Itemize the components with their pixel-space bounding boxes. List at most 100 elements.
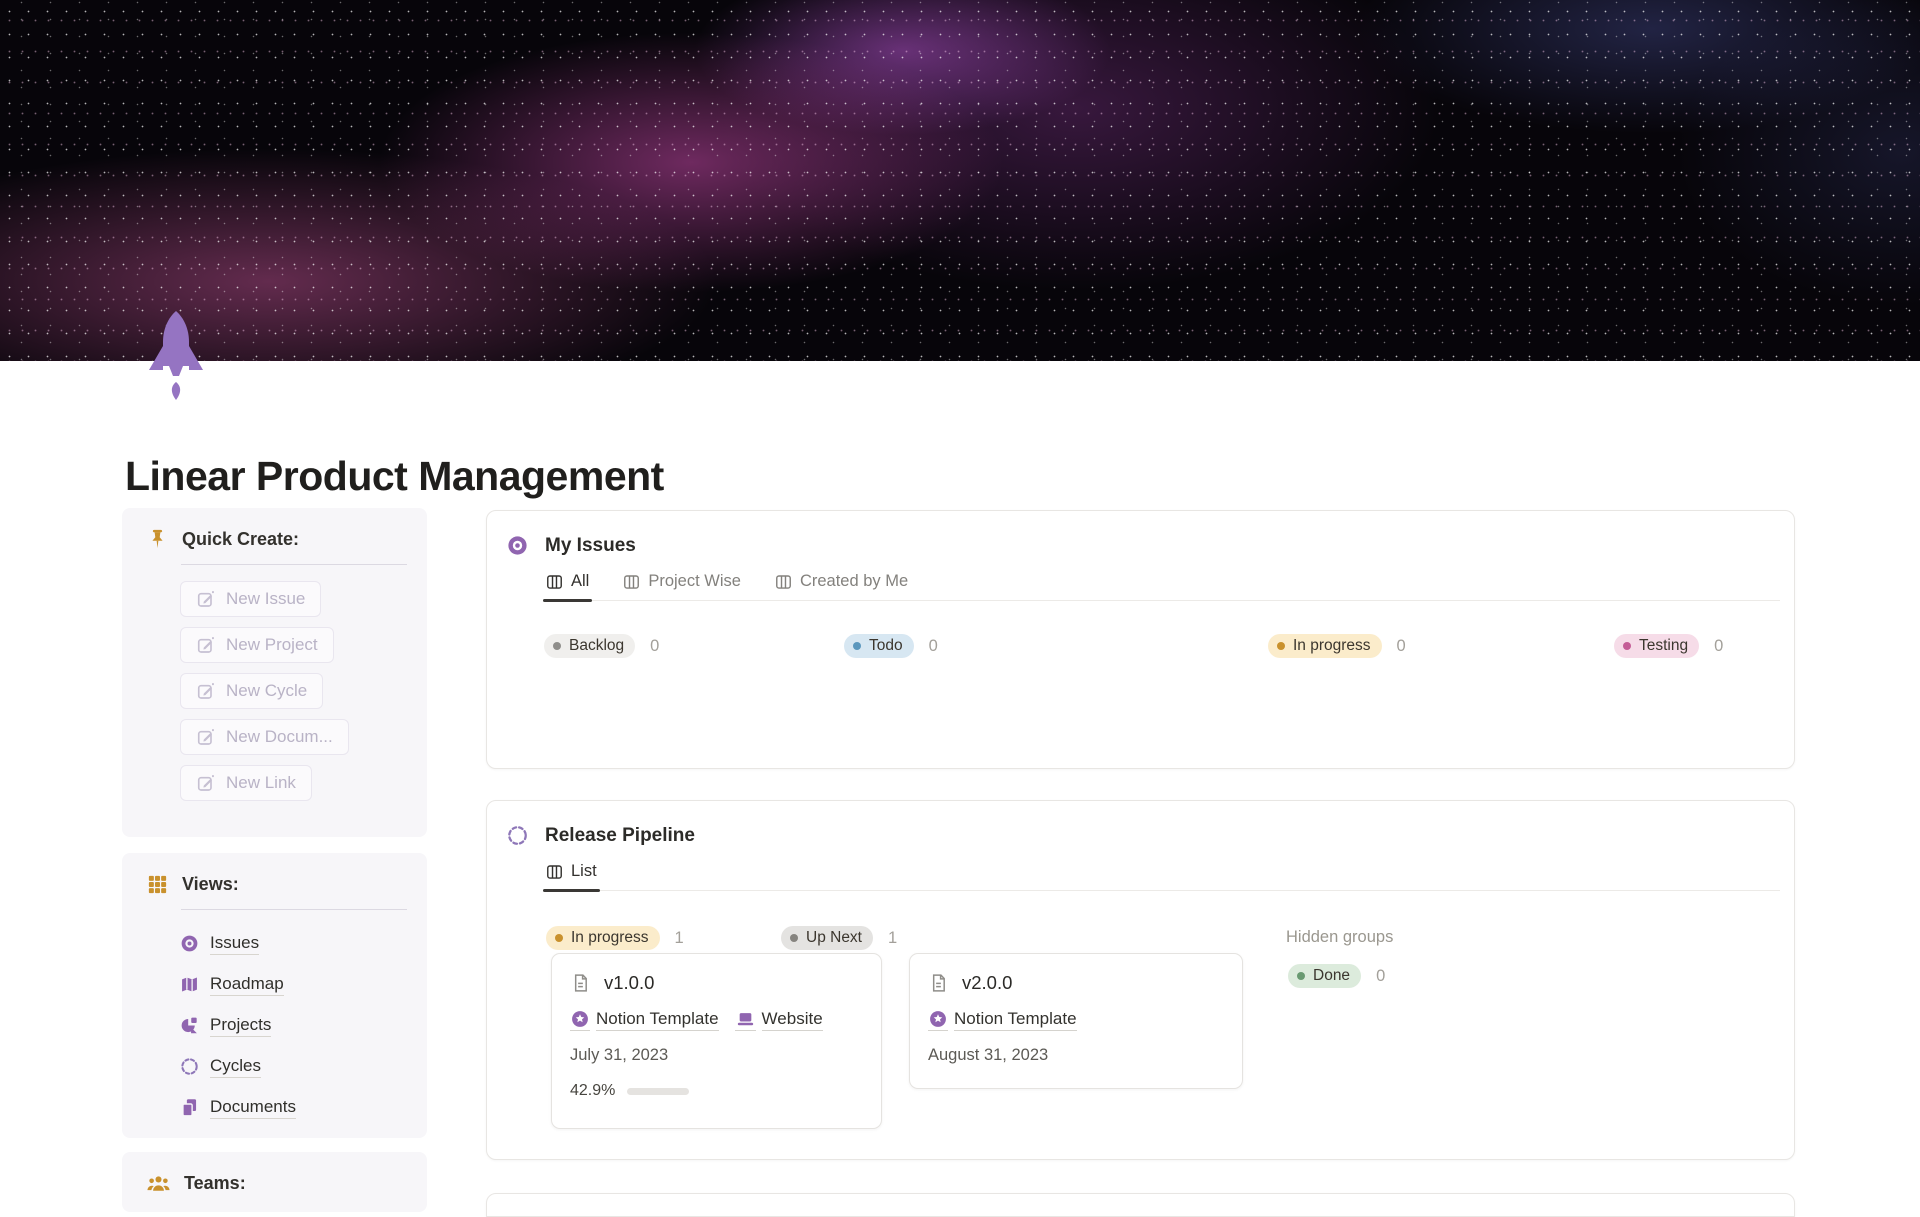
button-label: New Cycle [226, 681, 308, 700]
group-in-progress: In progress 0 [1268, 634, 1406, 658]
group-count: 0 [650, 636, 660, 655]
pill-label: Backlog [569, 637, 625, 654]
roadmap-map-icon [179, 974, 200, 995]
projects-shapes-icon [179, 1015, 200, 1036]
button-label: New Project [226, 635, 318, 654]
status-dot [1277, 642, 1285, 650]
notion-star-icon [928, 1009, 948, 1031]
sidebar-item-roadmap[interactable]: Roadmap [179, 964, 407, 1005]
group-count: 1 [674, 928, 684, 947]
status-dot [853, 642, 861, 650]
teams-section: Teams: [122, 1152, 427, 1212]
tab-label: List [571, 862, 597, 880]
new-document-button[interactable]: New Docum... [180, 719, 349, 755]
my-issues-card: My Issues All Project Wise Created by Me… [486, 510, 1795, 769]
sidebar-item-projects[interactable]: Projects [179, 1005, 407, 1046]
tab-created-by-me[interactable]: Created by Me [775, 572, 908, 591]
board-view-icon [546, 864, 563, 880]
page-icon [570, 972, 591, 994]
my-issues-title: My Issues [545, 534, 636, 556]
progress-percent: 42.9% [570, 1082, 616, 1099]
group-count: 1 [888, 928, 898, 947]
release-date: July 31, 2023 [570, 1046, 669, 1064]
pill-label: In progress [1293, 637, 1371, 654]
board-view-icon [623, 574, 640, 590]
compose-icon [196, 589, 216, 609]
view-label: Roadmap [210, 974, 284, 996]
pushpin-icon [146, 528, 169, 551]
backlog-pill[interactable]: Backlog [544, 634, 636, 658]
release-pipeline-card: Release Pipeline List In progress 1 Up N… [486, 800, 1795, 1160]
compose-icon [196, 773, 216, 793]
documents-pages-icon [179, 1097, 200, 1118]
compose-icon [196, 727, 216, 747]
todo-pill[interactable]: Todo [844, 634, 914, 658]
tab-label: All [571, 572, 590, 590]
quick-create-section: Quick Create: New Issue New Project New … [122, 508, 427, 837]
release-card-v1[interactable]: v1.0.0 Notion Template Website July 31, … [551, 953, 882, 1129]
release-card-v2[interactable]: v2.0.0 Notion Template August 31, 2023 [909, 953, 1243, 1089]
tab-list[interactable]: List [543, 862, 600, 892]
teams-title: Teams: [184, 1173, 246, 1193]
rocket-icon[interactable] [146, 310, 206, 402]
link-label: Website [761, 1009, 823, 1031]
new-cycle-button[interactable]: New Cycle [180, 673, 324, 709]
view-label: Cycles [210, 1056, 262, 1078]
sidebar-item-issues[interactable]: Issues [179, 923, 407, 964]
in-progress-pill[interactable]: In progress [1268, 634, 1382, 658]
sidebar-item-cycles[interactable]: Cycles [179, 1046, 407, 1087]
hidden-groups-toggle[interactable]: Hidden groups [1286, 928, 1393, 947]
compose-icon [196, 681, 216, 701]
done-pill[interactable]: Done [1288, 964, 1362, 988]
up-next-pill[interactable]: Up Next [781, 926, 873, 950]
next-section-card [486, 1193, 1795, 1217]
views-section: Views: Issues Roadmap Projects Cycles Do… [122, 853, 427, 1138]
testing-pill[interactable]: Testing [1614, 634, 1700, 658]
tab-all[interactable]: All [542, 572, 593, 602]
views-title: Views: [182, 874, 239, 894]
release-title: v1.0.0 [604, 972, 655, 993]
new-issue-button[interactable]: New Issue [180, 581, 322, 617]
status-dot [790, 934, 798, 942]
group-up-next: Up Next 1 [781, 926, 897, 950]
group-count: 0 [1714, 636, 1724, 655]
release-date: August 31, 2023 [928, 1046, 1049, 1064]
notion-template-link[interactable]: Notion Template [928, 1009, 1077, 1031]
issues-target-icon [506, 534, 529, 557]
divider [181, 564, 407, 565]
board-view-icon [546, 574, 563, 590]
pill-label: Todo [869, 637, 903, 654]
tab-project-wise[interactable]: Project Wise [623, 572, 741, 591]
status-dot [1297, 972, 1305, 980]
button-label: New Docum... [226, 727, 333, 746]
release-title: v2.0.0 [962, 972, 1013, 993]
status-dot [555, 934, 563, 942]
compose-icon [196, 635, 216, 655]
group-testing: Testing 0 [1614, 634, 1723, 658]
group-done: Done 0 [1288, 964, 1385, 988]
pill-label: Done [1313, 967, 1351, 984]
release-pipeline-title: Release Pipeline [545, 824, 695, 846]
pill-label: In progress [571, 929, 649, 946]
group-backlog: Backlog 0 [544, 634, 659, 658]
notion-template-link[interactable]: Notion Template [570, 1009, 719, 1031]
cycles-dashed-circle-icon [179, 1056, 200, 1077]
website-link[interactable]: Website [734, 1009, 823, 1031]
group-count: 0 [1396, 636, 1406, 655]
pill-label: Up Next [806, 929, 862, 946]
board-view-icon [775, 574, 792, 590]
in-progress-pill[interactable]: In progress [546, 926, 660, 950]
new-project-button[interactable]: New Project [180, 627, 334, 663]
cover-image-galaxy [0, 0, 1920, 361]
page-icon [928, 972, 949, 994]
view-label: Documents [210, 1097, 296, 1119]
view-label: Issues [210, 933, 260, 955]
group-count: 0 [1376, 966, 1386, 985]
status-dot [1623, 642, 1631, 650]
divider [181, 909, 407, 910]
button-label: New Link [226, 773, 296, 792]
new-link-button[interactable]: New Link [180, 765, 312, 801]
group-count: 0 [928, 636, 938, 655]
group-todo: Todo 0 [844, 634, 938, 658]
sidebar-item-documents[interactable]: Documents [179, 1087, 407, 1128]
